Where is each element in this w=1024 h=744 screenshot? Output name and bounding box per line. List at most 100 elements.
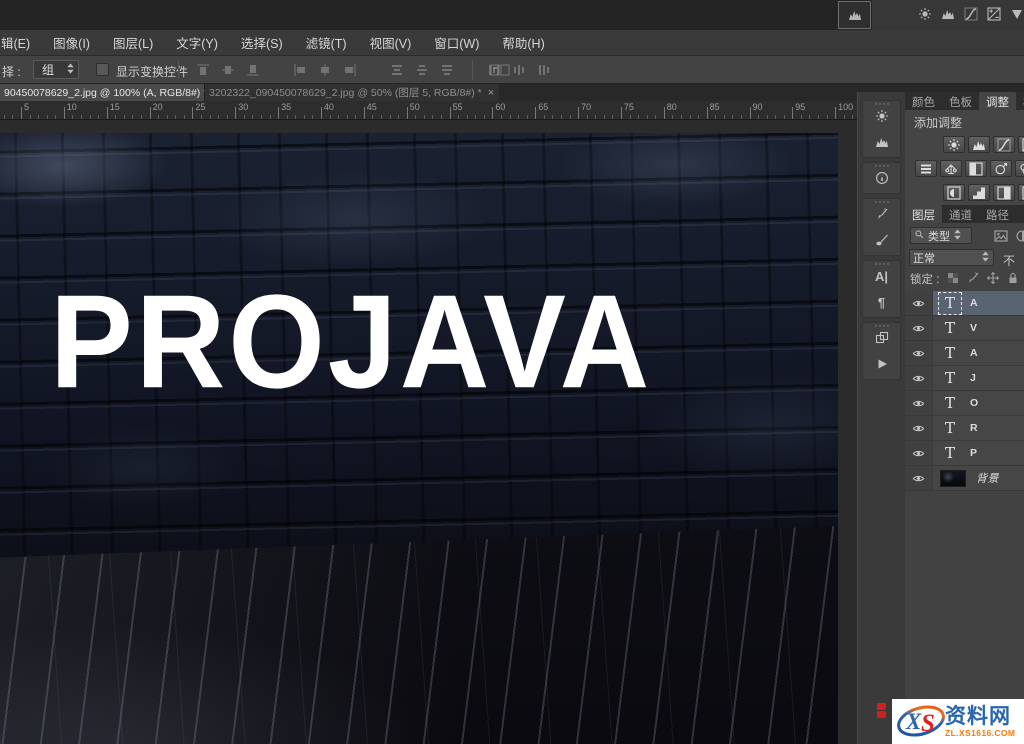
posterize-adjustment-button[interactable] bbox=[968, 184, 990, 201]
canvas-document[interactable]: PROJAVA bbox=[0, 133, 838, 744]
align-top-button[interactable] bbox=[190, 61, 215, 79]
text-layer-thumbnail[interactable]: T bbox=[940, 444, 960, 463]
text-layer-thumbnail[interactable]: T bbox=[940, 419, 960, 438]
blend-mode-dropdown[interactable]: 正常 bbox=[909, 249, 994, 266]
eye-visibility-toggle[interactable] bbox=[905, 441, 933, 465]
layer-filter-dropdown[interactable]: 类型 bbox=[910, 227, 972, 244]
text-layer-thumbnail[interactable]: T bbox=[940, 369, 960, 388]
layer-row-main[interactable]: TA bbox=[933, 291, 1024, 315]
align-bottom-button[interactable] bbox=[240, 61, 265, 79]
close-tab-icon[interactable]: × bbox=[488, 87, 494, 99]
adjustments-icon[interactable] bbox=[870, 105, 894, 127]
align-left-button[interactable] bbox=[287, 61, 312, 79]
layer-row[interactable]: TA bbox=[905, 341, 1024, 366]
levels-adjustment-button[interactable] bbox=[968, 136, 990, 153]
layer-comps-icon[interactable] bbox=[870, 327, 894, 349]
menu-item-帮助H[interactable]: 帮助(H) bbox=[497, 33, 549, 52]
histogram-icon[interactable] bbox=[838, 1, 871, 29]
levels-icon[interactable] bbox=[941, 7, 955, 21]
menu-item-辑E[interactable]: 辑(E) bbox=[0, 33, 35, 52]
layer-row[interactable]: TJ bbox=[905, 366, 1024, 391]
picture-icon[interactable] bbox=[992, 228, 1009, 244]
align-right-button[interactable] bbox=[337, 61, 362, 79]
histogram-icon[interactable] bbox=[870, 131, 894, 153]
half-circle-icon[interactable] bbox=[1013, 228, 1024, 244]
gradient-map-adjustment-button[interactable] bbox=[1018, 184, 1024, 201]
layer-row-main[interactable]: TP bbox=[933, 441, 1024, 465]
panel-tab-调整[interactable]: 调整 bbox=[979, 92, 1016, 110]
panel-tab-通道[interactable]: 通道 bbox=[942, 205, 979, 223]
align-middle-button[interactable] bbox=[215, 61, 240, 79]
dist-bottom-button[interactable] bbox=[434, 61, 459, 79]
hue-saturation-adjustment-button[interactable] bbox=[915, 160, 937, 177]
eye-visibility-toggle[interactable] bbox=[905, 416, 933, 440]
eye-visibility-toggle[interactable] bbox=[905, 341, 933, 365]
layer-row[interactable]: TA bbox=[905, 291, 1024, 316]
lock-brush-small-icon[interactable] bbox=[964, 270, 981, 286]
vibrance-partial-icon[interactable] bbox=[1010, 7, 1024, 21]
exposure-icon[interactable] bbox=[987, 7, 1001, 21]
dist-right-button[interactable] bbox=[531, 61, 556, 79]
eye-visibility-toggle[interactable] bbox=[905, 291, 933, 315]
curves-icon[interactable] bbox=[964, 7, 978, 21]
background-layer-thumbnail[interactable] bbox=[940, 470, 966, 487]
eye-visibility-toggle[interactable] bbox=[905, 466, 933, 490]
layer-row-main[interactable]: TJ bbox=[933, 366, 1024, 390]
photo-filter-adjustment-button[interactable] bbox=[990, 160, 1012, 177]
document-tab-1[interactable]: 90450078629_2.jpg @ 100% (A, RGB/8#) *× bbox=[0, 84, 204, 101]
eye-visibility-toggle[interactable] bbox=[905, 391, 933, 415]
text-layer-thumbnail[interactable]: T bbox=[940, 394, 960, 413]
character-icon[interactable]: A| bbox=[870, 265, 894, 287]
channel-mixer-adjustment-button[interactable] bbox=[1015, 160, 1024, 177]
layer-row-main[interactable]: TO bbox=[933, 391, 1024, 415]
lock-lock-icon[interactable] bbox=[1004, 270, 1021, 286]
panel-tab-色板[interactable]: 色板 bbox=[942, 92, 979, 110]
document-tab-2[interactable]: 3202322_090450078629_2.jpg @ 50% (图层 5, … bbox=[204, 84, 499, 101]
layer-row-main[interactable]: TA bbox=[933, 341, 1024, 365]
brightness-contrast-icon[interactable] bbox=[918, 7, 932, 21]
eye-visibility-toggle[interactable] bbox=[905, 316, 933, 340]
layer-row[interactable]: TP bbox=[905, 441, 1024, 466]
panel-tab-颜色[interactable]: 颜色 bbox=[905, 92, 942, 110]
text-layer-thumbnail[interactable]: T bbox=[940, 344, 960, 363]
menu-item-滤镜T[interactable]: 滤镜(T) bbox=[301, 33, 352, 52]
horizontal-ruler[interactable]: 5101520253035404550556065707580859095100 bbox=[0, 101, 858, 120]
paragraph-icon[interactable]: ¶ bbox=[870, 291, 894, 313]
menu-item-图像I[interactable]: 图像(I) bbox=[48, 33, 95, 52]
dist-top-button[interactable] bbox=[384, 61, 409, 79]
info-icon[interactable] bbox=[870, 167, 894, 189]
layer-row-main[interactable]: 背景 bbox=[933, 466, 1024, 490]
auto-select-dropdown[interactable]: 组 bbox=[33, 60, 79, 79]
panel-tab-图层[interactable]: 图层 bbox=[905, 205, 942, 223]
lock-move-icon[interactable] bbox=[984, 270, 1001, 286]
show-transform-checkbox[interactable] bbox=[96, 63, 109, 76]
layer-row[interactable]: TR bbox=[905, 416, 1024, 441]
brightness-contrast-adjustment-button[interactable] bbox=[943, 136, 965, 153]
menu-item-文字Y[interactable]: 文字(Y) bbox=[171, 33, 223, 52]
lock-checker-icon[interactable] bbox=[944, 270, 961, 286]
exposure-adjustment-button[interactable] bbox=[1018, 136, 1024, 153]
panel-tab-路径[interactable]: 路径 bbox=[979, 205, 1016, 223]
menu-item-图层L[interactable]: 图层(L) bbox=[108, 33, 158, 52]
layer-row-main[interactable]: TR bbox=[933, 416, 1024, 440]
curves-adjustment-button[interactable] bbox=[993, 136, 1015, 153]
layer-row-main[interactable]: TV bbox=[933, 316, 1024, 340]
menu-item-视图V[interactable]: 视图(V) bbox=[365, 33, 417, 52]
align-center-button[interactable] bbox=[312, 61, 337, 79]
color-balance-adjustment-button[interactable] bbox=[940, 160, 962, 177]
menu-item-窗口W[interactable]: 窗口(W) bbox=[429, 33, 484, 52]
layer-row[interactable]: TV bbox=[905, 316, 1024, 341]
auto-align-layers-button[interactable] bbox=[486, 61, 514, 79]
black-white-adjustment-button[interactable] bbox=[965, 160, 987, 177]
panel-tab-样[interactable]: 样 bbox=[1016, 92, 1024, 110]
text-layer-thumbnail[interactable]: T bbox=[940, 294, 960, 313]
eye-visibility-toggle[interactable] bbox=[905, 366, 933, 390]
layer-row[interactable]: TO bbox=[905, 391, 1024, 416]
brushes-icon[interactable] bbox=[870, 203, 894, 225]
menu-item-选择S[interactable]: 选择(S) bbox=[236, 33, 288, 52]
brush-presets-icon[interactable] bbox=[870, 229, 894, 251]
dist-middle-button[interactable] bbox=[409, 61, 434, 79]
threshold-adjustment-button[interactable] bbox=[993, 184, 1015, 201]
text-layer-thumbnail[interactable]: T bbox=[940, 319, 960, 338]
play-icon[interactable] bbox=[870, 353, 894, 375]
